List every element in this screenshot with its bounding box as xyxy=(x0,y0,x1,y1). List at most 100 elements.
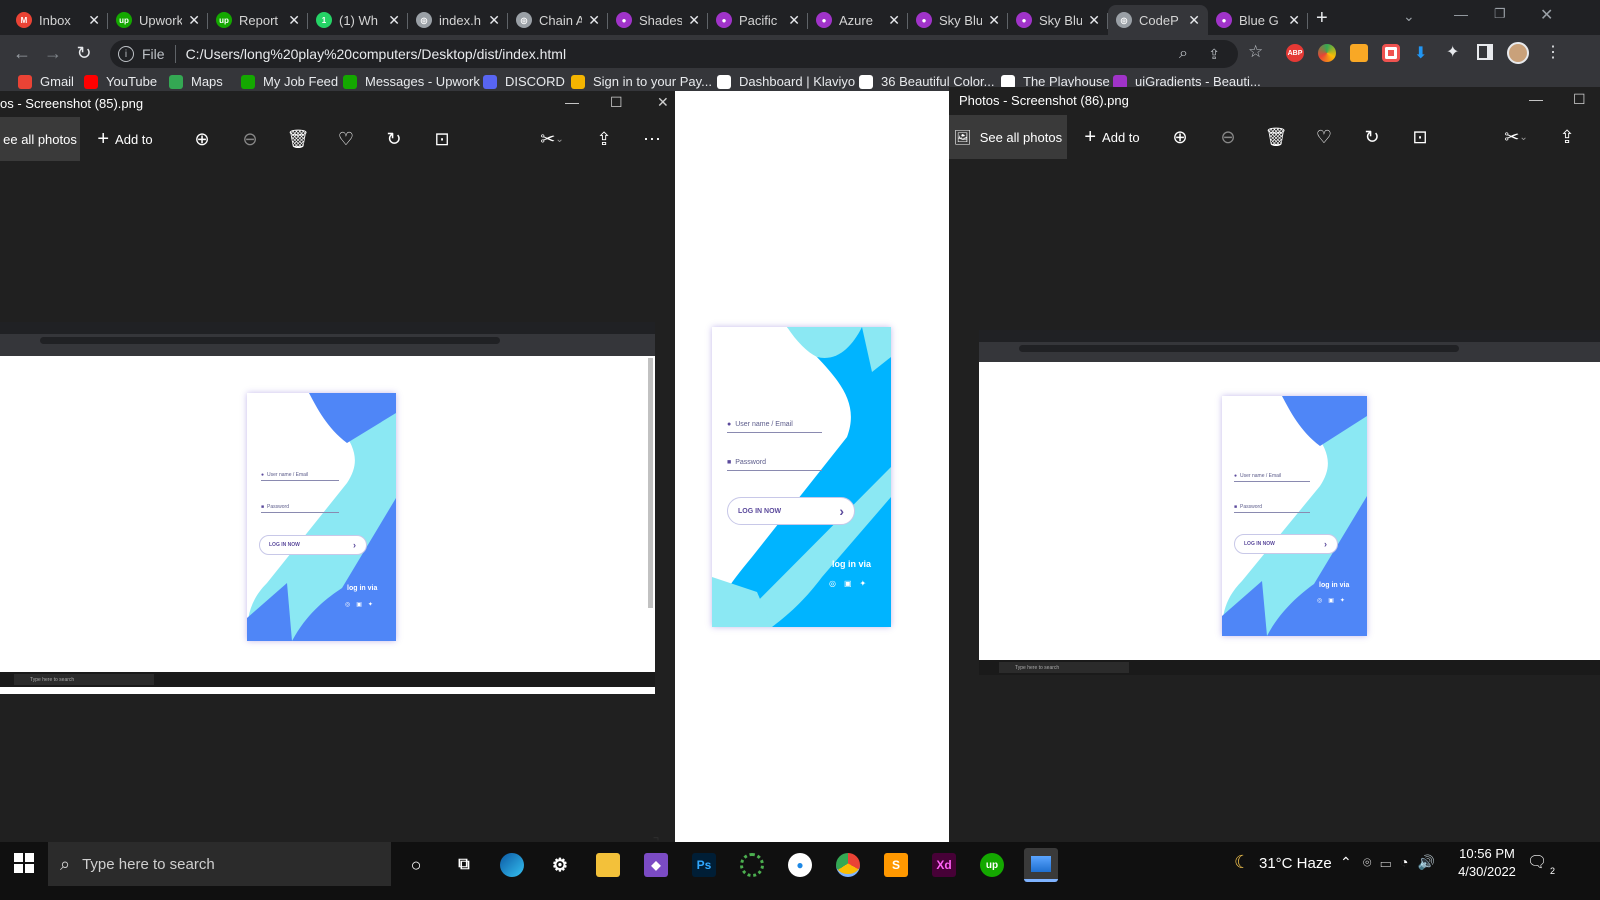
bookmark-item[interactable]: YouTube xyxy=(84,74,157,89)
zoom-icon[interactable]: ⌕ xyxy=(1179,45,1188,63)
browser-tab[interactable]: up Report ✕ xyxy=(208,5,308,35)
close-tab-icon[interactable]: ✕ xyxy=(888,12,900,29)
browser-tab[interactable]: ● Shades ✕ xyxy=(608,5,708,35)
zoom-in-icon[interactable]: ⊕ xyxy=(1168,115,1192,159)
close-icon[interactable]: ✕ xyxy=(657,94,669,111)
show-hidden-icons-chevron[interactable]: ⌃ xyxy=(1340,854,1352,871)
browser-tab[interactable]: ◎ index.h ✕ xyxy=(408,5,508,35)
username-field[interactable]: ● User name / Email xyxy=(261,469,339,481)
upwork-icon[interactable]: up xyxy=(980,853,1004,877)
new-tab-button[interactable]: + xyxy=(1316,7,1328,30)
address-bar[interactable]: i File C:/Users/long%20play%20computers/… xyxy=(110,40,1238,68)
bookmark-item[interactable]: Messages - Upwork xyxy=(343,74,480,89)
system-tray-icons[interactable]: ⌾▭◔🔊 xyxy=(1363,854,1444,871)
close-tab-icon[interactable]: ✕ xyxy=(188,12,200,29)
browser-tab[interactable]: up Upwork ✕ xyxy=(108,5,208,35)
browser-tab[interactable]: ◎ CodeP ✕ xyxy=(1108,5,1208,35)
edit-dropdown-icon[interactable]: ✂ ⌄ xyxy=(1496,115,1536,159)
chrome-icon[interactable] xyxy=(836,853,860,877)
spinner-app-icon[interactable] xyxy=(740,853,764,877)
restore-icon[interactable]: ❐ xyxy=(1494,6,1506,22)
share-icon[interactable]: ⇪ xyxy=(592,117,616,161)
close-tab-icon[interactable]: ✕ xyxy=(88,12,100,29)
login-now-button[interactable]: LOG IN NOW › xyxy=(1234,534,1338,554)
maximize-icon[interactable]: ☐ xyxy=(610,94,623,111)
clock-date[interactable]: 4/30/2022 xyxy=(1453,864,1521,879)
forward-arrow-icon[interactable]: → xyxy=(43,43,63,64)
adblock-icon[interactable]: ABP xyxy=(1286,44,1304,62)
crop-icon[interactable]: ⊡ xyxy=(430,117,454,161)
username-field[interactable]: ● User name / Email xyxy=(727,417,822,433)
browser-tab[interactable]: ◎ Chain A ✕ xyxy=(508,5,608,35)
close-window-icon[interactable]: ✕ xyxy=(1540,5,1553,25)
browser-tab[interactable]: ● Azure ✕ xyxy=(808,5,908,35)
login-now-button[interactable]: LOG IN NOW › xyxy=(727,497,855,525)
login-now-button[interactable]: LOG IN NOW › xyxy=(259,535,367,555)
close-tab-icon[interactable]: ✕ xyxy=(688,12,700,29)
bookmark-star-icon[interactable]: ☆ xyxy=(1248,42,1263,62)
file-explorer-icon[interactable] xyxy=(596,853,620,877)
browser-tab[interactable]: 1 (1) Wh ✕ xyxy=(308,5,408,35)
photos-app-icon[interactable] xyxy=(1024,848,1058,882)
menu-kebab-icon[interactable]: ⋮ xyxy=(1545,42,1561,62)
bookmark-item[interactable]: Dashboard | Klaviyo xyxy=(717,74,855,89)
scrollbar[interactable] xyxy=(648,358,653,608)
maximize-icon[interactable]: ☐ xyxy=(1573,91,1586,108)
bookmark-item[interactable]: Gmail xyxy=(18,74,74,89)
crop-icon[interactable]: ⊡ xyxy=(1408,115,1432,159)
taskbar-search[interactable]: ⌕ Type here to search xyxy=(48,842,391,886)
tab-search-icon[interactable]: ⌄ xyxy=(1403,8,1415,25)
share-icon[interactable]: ⇪ xyxy=(1208,46,1220,63)
reload-icon[interactable]: ↻ xyxy=(74,43,94,64)
side-panel-icon[interactable] xyxy=(1477,44,1493,60)
browser-tab[interactable]: ● Sky Blu ✕ xyxy=(908,5,1008,35)
close-tab-icon[interactable]: ✕ xyxy=(388,12,400,29)
zoom-out-icon[interactable]: ⊖ xyxy=(238,117,262,161)
bookmark-item[interactable]: Maps xyxy=(169,74,223,89)
minimize-icon[interactable]: — xyxy=(1529,91,1543,107)
color-picker-extension-icon[interactable] xyxy=(1318,44,1336,62)
close-tab-icon[interactable]: ✕ xyxy=(1088,12,1100,29)
task-view-icon[interactable]: ⧉ xyxy=(452,853,476,877)
adobe-xd-icon[interactable]: Xd xyxy=(932,853,956,877)
add-to-button[interactable]: + Add to xyxy=(92,117,158,161)
browser-tab[interactable]: ● Sky Blu ✕ xyxy=(1008,5,1108,35)
bookmark-item[interactable]: My Job Feed xyxy=(241,74,338,89)
record-extension-icon[interactable] xyxy=(1382,44,1400,62)
zoom-out-icon[interactable]: ⊖ xyxy=(1216,115,1240,159)
edit-dropdown-icon[interactable]: ✂ ⌄ xyxy=(532,117,572,161)
back-arrow-icon[interactable]: ← xyxy=(12,43,32,64)
close-tab-icon[interactable]: ✕ xyxy=(588,12,600,29)
delete-icon[interactable]: 🗑 xyxy=(1264,115,1288,159)
zoom-in-icon[interactable]: ⊕ xyxy=(190,117,214,161)
close-tab-icon[interactable]: ✕ xyxy=(288,12,300,29)
bookmark-item[interactable]: Sign in to your Pay... xyxy=(571,74,712,89)
add-to-button[interactable]: + Add to xyxy=(1079,115,1145,159)
sublime-text-icon[interactable]: S xyxy=(884,853,908,877)
see-all-photos-button[interactable]: ee all photos xyxy=(0,117,80,161)
browser-tab[interactable]: ● Blue G ✕ xyxy=(1208,5,1308,35)
visual-studio-icon[interactable]: ◆ xyxy=(644,853,668,877)
settings-gear-icon[interactable]: ⚙ xyxy=(548,853,572,877)
extensions-puzzle-icon[interactable]: ✦ xyxy=(1446,42,1459,62)
app-icon[interactable]: ● xyxy=(788,853,812,877)
delete-icon[interactable]: 🗑 xyxy=(286,117,310,161)
favorite-heart-icon[interactable]: ♡ xyxy=(1312,115,1336,159)
close-tab-icon[interactable]: ✕ xyxy=(1188,12,1200,29)
clock-time[interactable]: 10:56 PM xyxy=(1457,846,1517,861)
password-field[interactable]: ■ Password xyxy=(1234,501,1310,513)
download-icon[interactable]: ⬇ xyxy=(1414,43,1427,63)
rotate-icon[interactable]: ↻ xyxy=(1360,115,1384,159)
browser-tab[interactable]: ● Pacific ✕ xyxy=(708,5,808,35)
edge-icon[interactable] xyxy=(500,853,524,877)
favorite-heart-icon[interactable]: ♡ xyxy=(334,117,358,161)
bookmark-item[interactable]: DISCORD xyxy=(483,74,565,89)
more-options-icon[interactable]: ⋯ xyxy=(640,117,664,161)
minimize-icon[interactable]: — xyxy=(1454,6,1468,22)
windows-start-icon[interactable] xyxy=(14,853,34,873)
share-icon[interactable]: ⇪ xyxy=(1555,115,1579,159)
notification-center-icon[interactable]: 🗨 2 xyxy=(1527,852,1555,876)
browser-tab[interactable]: M Inbox ✕ xyxy=(8,5,108,35)
photoshop-icon[interactable]: Ps xyxy=(692,853,716,877)
close-tab-icon[interactable]: ✕ xyxy=(1288,12,1300,29)
